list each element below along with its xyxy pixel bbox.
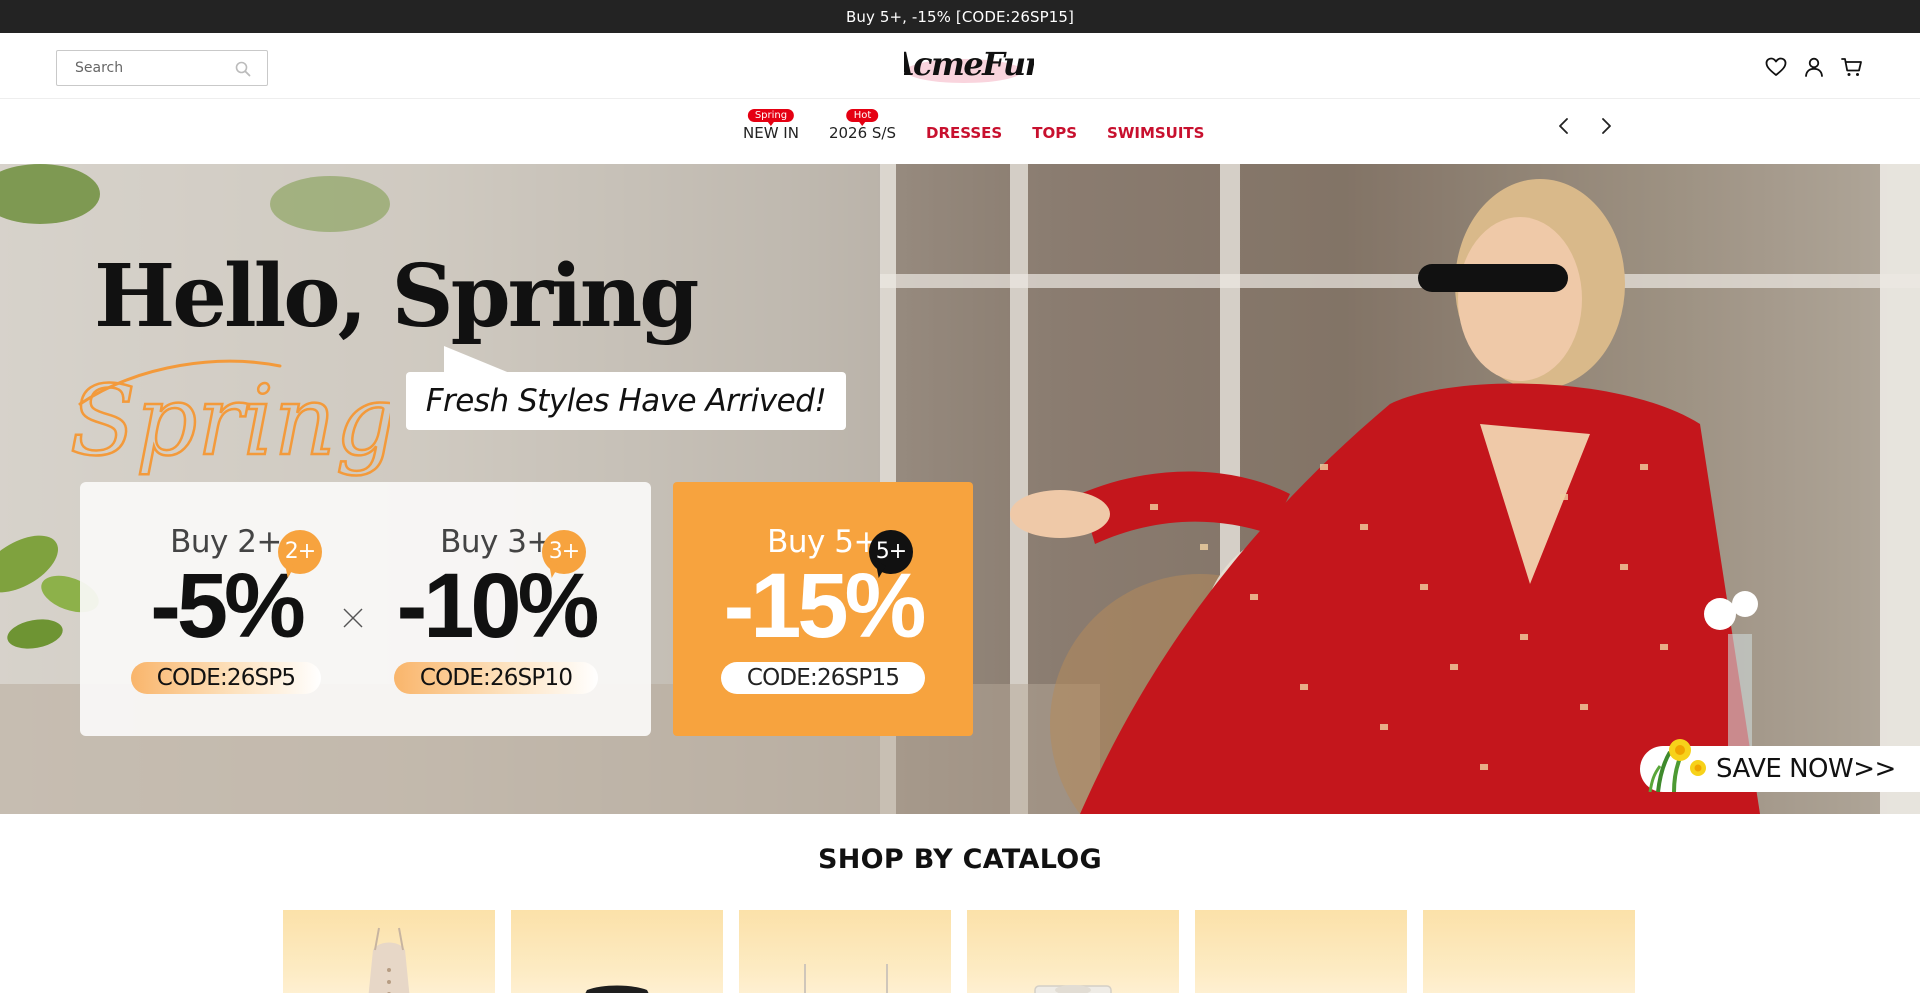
nav-item-tops[interactable]: TOPS	[1032, 124, 1077, 142]
catalog-card-swimsuits[interactable]	[739, 910, 951, 993]
offer-discount: -15%	[723, 555, 927, 657]
catalog-card-dresses[interactable]	[283, 910, 495, 993]
nav-badge-spring: Spring	[747, 109, 795, 126]
daffodil-icon	[1648, 739, 1706, 792]
nav-items: Spring NEW IN Hot 2026 S/S DRESSES TOPS …	[743, 109, 1204, 142]
cart-icon[interactable]	[1840, 55, 1864, 79]
chevron-left-icon[interactable]	[1554, 114, 1574, 138]
nav-badge-hot: Hot	[846, 109, 879, 126]
chevron-right-icon[interactable]	[1596, 114, 1616, 138]
promo-card-buy-5[interactable]: Buy 5+ -15% CODE:26SP15 5+	[673, 482, 973, 736]
save-now-button[interactable]: SAVE NOW>>	[1640, 739, 1920, 792]
spring-script-text: Spring	[70, 365, 390, 477]
offer-discount: -10%	[396, 555, 600, 657]
catalog-card-6[interactable]	[1423, 910, 1635, 993]
nav-item-label: 2026 S/S	[828, 124, 896, 142]
nav-arrows	[1554, 114, 1616, 138]
tag-5-plus: 5+	[869, 530, 913, 574]
acmefun-logo[interactable]: AcmeFun	[904, 41, 1034, 91]
nav-item-label: DRESSES	[926, 124, 1003, 142]
site-header: AcmeFun	[0, 33, 1920, 99]
svg-text:AcmeFun: AcmeFun	[904, 45, 1034, 83]
header-icons	[1764, 55, 1864, 79]
nav-item-2026-ss[interactable]: Hot 2026 S/S	[828, 109, 896, 142]
spring-script-decoration: Spring	[69, 359, 390, 478]
offer-code[interactable]: CODE:26SP10	[393, 662, 599, 694]
times-icon	[343, 608, 363, 628]
catalog-card-bottoms[interactable]	[967, 910, 1179, 993]
offer-code[interactable]: CODE:26SP5	[130, 662, 322, 694]
main-nav: Spring NEW IN Hot 2026 S/S DRESSES TOPS …	[0, 100, 1920, 164]
hero-title: Hello, Spring	[94, 246, 699, 347]
tag-3-plus: 3+	[542, 530, 586, 574]
user-icon[interactable]	[1802, 55, 1826, 79]
announcement-bar: Buy 5+, -15% [CODE:26SP15]	[0, 0, 1920, 33]
hero-banner[interactable]: Hello, Spring Spring Fresh Styles Have A…	[0, 164, 1920, 814]
catalog-image-black-top	[585, 985, 649, 993]
offer-code[interactable]: CODE:26SP15	[720, 662, 926, 694]
tag-2-plus: 2+	[278, 530, 322, 574]
save-now-label: SAVE NOW>>	[1716, 754, 1896, 784]
nav-item-dresses[interactable]: DRESSES	[926, 124, 1002, 142]
subtitle-bubble: Fresh Styles Have Arrived!	[406, 346, 846, 430]
catalog-image-white-shorts	[1034, 985, 1112, 993]
catalog-card-tops[interactable]	[511, 910, 723, 993]
search-box[interactable]	[56, 50, 268, 86]
search-input[interactable]	[75, 51, 235, 85]
nav-item-label: TOPS	[1032, 124, 1078, 142]
promo-card-tiered[interactable]: Buy 2+ -5% CODE:26SP5 2+ Buy 3+ -10% COD…	[80, 482, 651, 736]
catalog-image-slip-dress	[368, 927, 410, 993]
catalog-title: SHOP BY CATALOG	[818, 844, 1102, 875]
announcement-text: Buy 5+, -15% [CODE:26SP15]	[845, 7, 1075, 26]
catalog-image-swimsuit	[804, 964, 888, 993]
heart-icon[interactable]	[1764, 55, 1788, 79]
nav-item-new-in[interactable]: Spring NEW IN	[743, 109, 799, 142]
catalog-card-5[interactable]	[1195, 910, 1407, 993]
catalog-grid	[283, 910, 1635, 993]
nav-item-label: SWIMSUITS	[1107, 124, 1205, 142]
hero-subtitle: Fresh Styles Have Arrived!	[425, 383, 827, 419]
search-icon[interactable]	[235, 61, 251, 77]
nav-item-swimsuits[interactable]: SWIMSUITS	[1107, 124, 1204, 142]
nav-item-label: NEW IN	[743, 124, 799, 142]
